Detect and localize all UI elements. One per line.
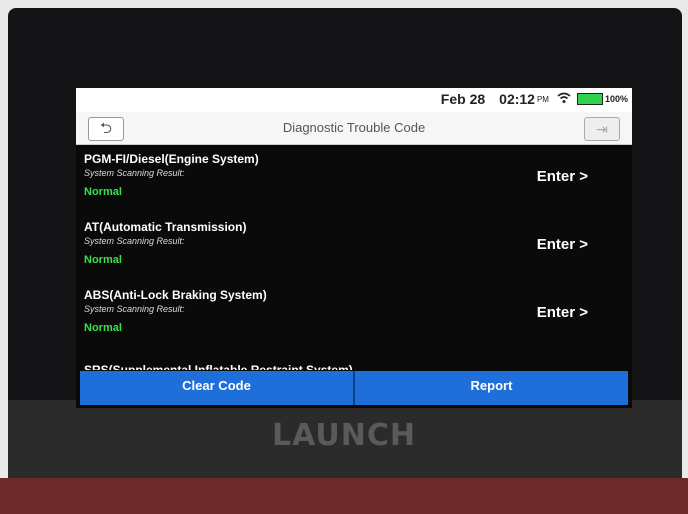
list-item[interactable]: AT(Automatic Transmission) System Scanni… [76,214,632,282]
enter-button[interactable]: Enter > [537,304,588,321]
list-item[interactable]: PGM-FI/Diesel(Engine System) System Scan… [76,146,632,214]
system-name: PGM-FI/Diesel(Engine System) [84,152,259,166]
table-surface [0,478,688,514]
enter-button[interactable]: Enter > [537,236,588,253]
clear-code-button[interactable]: Clear Code [80,371,353,405]
list-item[interactable]: ABS(Anti-Lock Braking System) System Sca… [76,282,632,350]
diagnostic-screen: Feb 28 02:12 PM 100% ⮌ Diagnostic Troubl… [76,88,632,408]
scan-result-label: System Scanning Result: [84,168,185,178]
partial-list-item[interactable]: SRS(Supplemental Inflatable Restraint Sy… [84,363,353,370]
scan-status: Normal [84,186,122,198]
page-title: Diagnostic Trouble Code [282,120,426,135]
status-time: 02:12 [499,91,535,107]
scan-status: Normal [84,254,122,266]
status-date: Feb 28 [440,91,486,107]
exit-icon: ⇥ [596,121,608,137]
action-bar: Clear Code Report [80,371,628,405]
device-brand-logo: LAUNCH [271,418,416,453]
scan-result-label: System Scanning Result: [84,304,185,314]
battery-icon [576,93,603,105]
wifi-icon [557,91,571,107]
enter-button[interactable]: Enter > [537,168,588,185]
scan-result-label: System Scanning Result: [84,236,185,246]
battery-level: 100% [604,94,628,104]
status-ampm: PM [536,94,549,104]
system-name: AT(Automatic Transmission) [84,220,247,234]
status-bar: Feb 28 02:12 PM 100% [76,88,632,112]
title-bar: ⮌ Diagnostic Trouble Code ⇥ [76,112,632,145]
system-list: PGM-FI/Diesel(Engine System) System Scan… [76,146,632,350]
scan-status: Normal [84,322,122,334]
report-button[interactable]: Report [353,371,628,405]
system-name: ABS(Anti-Lock Braking System) [84,288,267,302]
exit-button[interactable]: ⇥ [584,117,620,141]
